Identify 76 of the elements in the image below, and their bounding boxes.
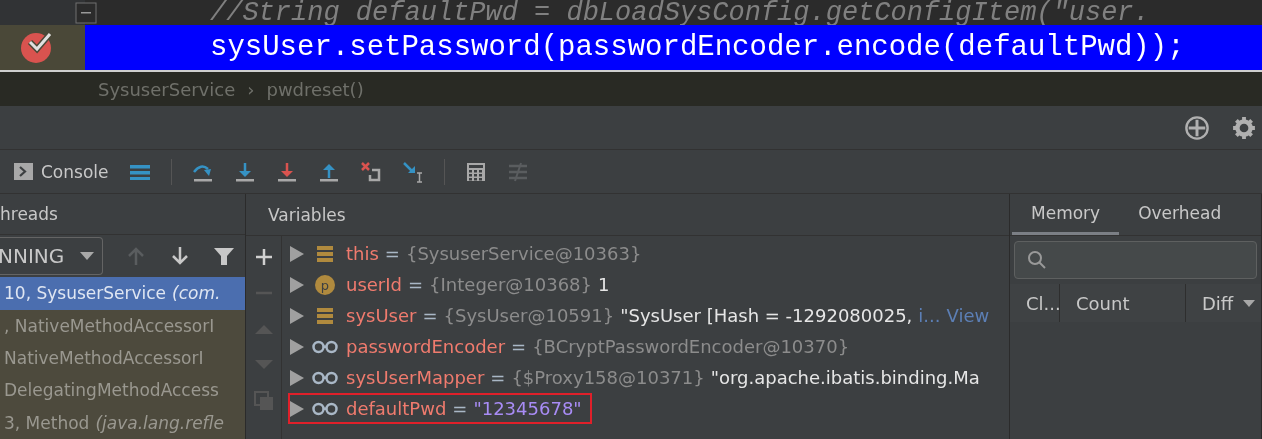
equals-sign: = [408,274,424,295]
step-into-icon[interactable] [233,160,256,183]
filter-icon[interactable] [213,245,235,268]
column-header[interactable]: Cl... [1010,284,1060,322]
equals-sign: = [422,305,438,326]
view-link[interactable]: View [946,305,990,326]
console-icon [14,163,33,180]
variable-type: {Integer@10368} [429,274,592,295]
panel-title: hreads [0,204,58,225]
code-line: sysUser.setPassword(passwordEncoder.encode(defaultPwd)); [210,31,1185,64]
variable-name: userId [346,274,402,295]
settings-icon[interactable] [1232,115,1256,140]
crosshair-icon[interactable] [1184,114,1210,141]
stack-frame[interactable]: , NativeMethodAccessorI [0,309,245,342]
variable-type: {SysuserService@10363} [405,243,642,264]
search-field[interactable] [1014,241,1257,279]
calculator-icon[interactable] [464,160,487,183]
variable-row[interactable]: defaultPwd = "12345678" [288,393,592,424]
frame-location: (java.lang.refle [95,412,225,433]
glasses-icon [312,401,338,416]
caret-icon [80,252,94,261]
column-header[interactable]: Diff [1186,284,1261,322]
variable-name: sysUserMapper [346,367,485,388]
variable-row[interactable]: sysUserMapper = {$Proxy158@10371} "org.apache.ibatis.binding.Ma [288,362,990,393]
run-to-cursor-icon[interactable] [401,160,424,183]
expand-arrow-icon [290,369,304,386]
breadcrumb-item[interactable]: SysuserService [98,78,236,100]
expand-arrow-icon [290,400,304,417]
parameter-icon: p [315,274,335,295]
truncated-value: i... [918,305,941,326]
field-icon [317,306,333,325]
variable-name: defaultPwd [346,398,447,419]
variable-row[interactable]: p userId = {Integer@10368} 1 [288,269,620,300]
field-icon [317,244,333,263]
variable-type: {SysUser@10591} [443,305,615,326]
variable-type: {$Proxy158@10371} [511,367,705,388]
string-value: "12345678" [473,398,582,419]
expand-arrow-icon [290,245,304,262]
search-icon [1027,250,1047,270]
variable-row[interactable]: passwordEncoder = {BCryptPasswordEncoder@10370} [288,331,860,362]
column-header[interactable]: Count [1060,284,1186,322]
glasses-icon [312,339,338,354]
stack-frame[interactable]: 10, SysuserService (com. [0,277,245,310]
equals-sign: = [384,243,400,264]
console-tab[interactable]: Console [14,161,109,182]
panel-title: Variables [268,204,346,225]
expand-arrow-icon [290,307,304,324]
sort-caret-icon [1243,299,1255,307]
memory-tab[interactable]: Overhead [1119,194,1241,235]
breadcrumb-separator: › [247,78,255,100]
variable-name: passwordEncoder [346,336,506,357]
glasses-icon [312,370,338,385]
drop-frame-icon[interactable] [359,160,382,183]
stack-frame[interactable]: DelegatingMethodAccess [0,374,245,407]
equals-sign: = [490,367,506,388]
variable-row[interactable]: this = {SysuserService@10363} [288,238,652,269]
force-step-into-icon[interactable] [275,160,298,183]
variable-value: "SysUser [Hash = -1292080025, [620,305,913,326]
thread-dropdown[interactable]: NNING [0,237,103,276]
variable-type: {BCryptPasswordEncoder@10370} [532,336,850,357]
stack-frame[interactable]: 3, Method (java.lang.refle [0,406,245,439]
expand-arrow-icon [290,276,304,293]
variable-value: 1 [598,274,610,295]
equals-sign: = [511,336,527,357]
equals-sign: = [452,398,468,419]
breadcrumb-item[interactable]: pwdreset() [266,78,364,100]
fold-icon[interactable] [75,1,97,24]
memory-tab[interactable]: Memory [1012,194,1120,235]
variable-name: sysUser [346,305,417,326]
stack-frame[interactable]: NativeMethodAccessorI [0,341,245,375]
variable-value: "org.apache.ibatis.binding.Ma [710,367,980,388]
frame-location: (com. [172,283,221,304]
variable-row[interactable]: sysUser = {SysUser@10591} "SysUser [Hash = -1292080025, i... View [288,300,1000,331]
variable-name: this [346,243,379,264]
expand-arrow-icon [290,338,304,355]
code-comment: //String defaultPwd = dbLoadSysConfig.getConfigItem("user. [210,0,1150,25]
